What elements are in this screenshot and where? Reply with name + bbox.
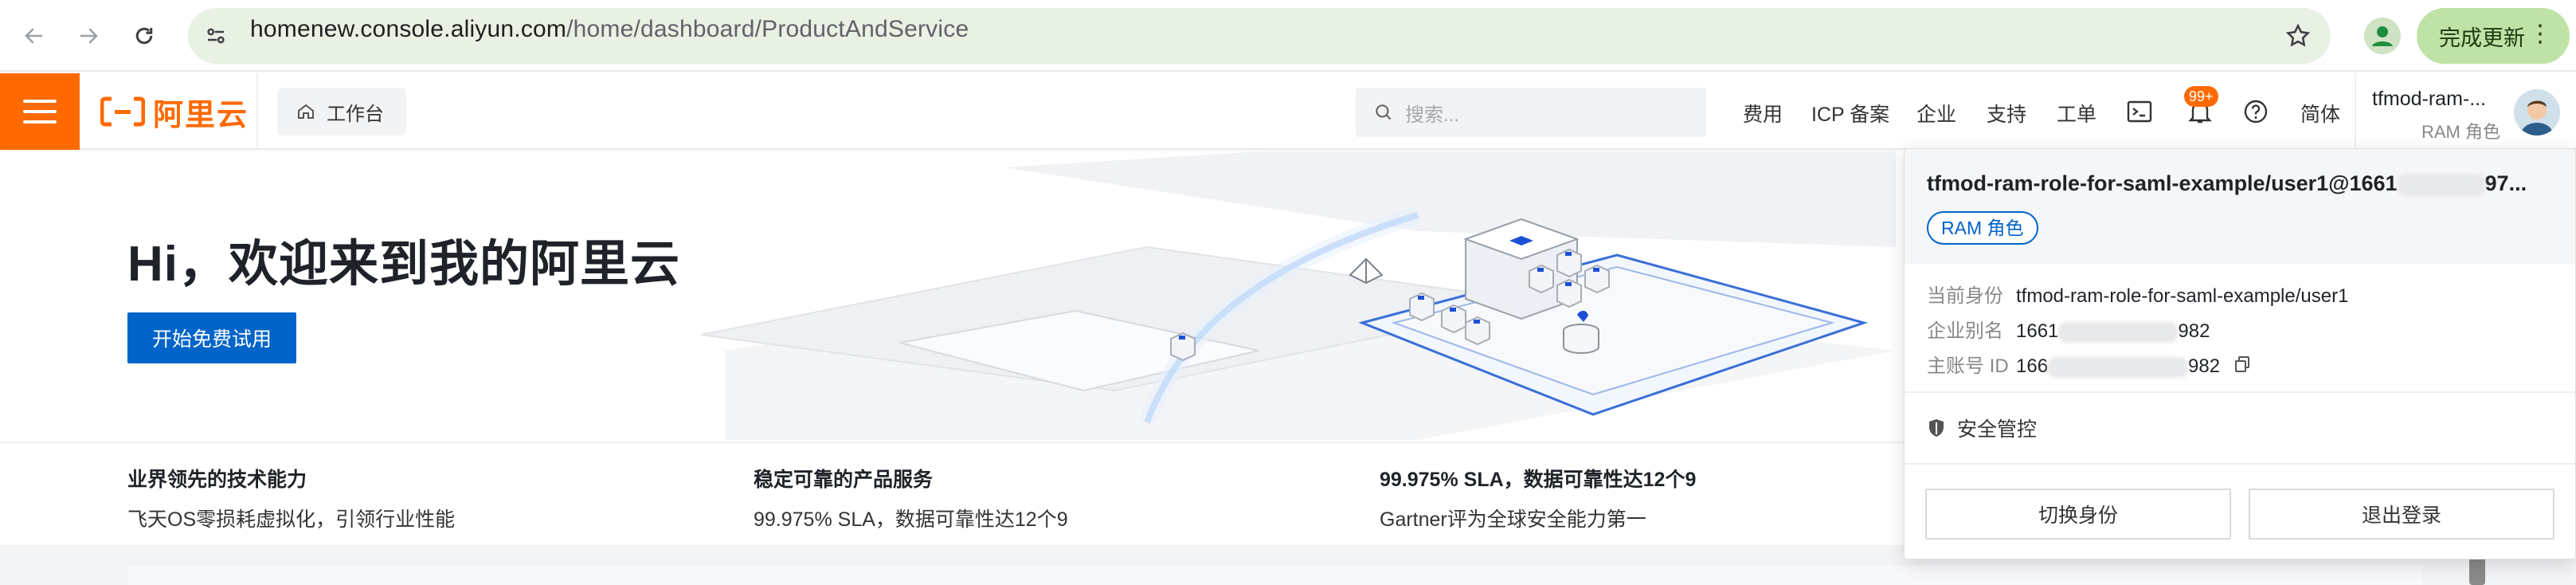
home-icon	[298, 104, 314, 119]
search-input[interactable]: 搜索...	[1356, 88, 1706, 137]
main-id-label: 主账号 ID	[1927, 355, 2009, 377]
feature-item: 稳定可靠的产品服务 99.975% SLA，数据可靠性达12个9	[754, 464, 1068, 532]
shield-icon	[1929, 419, 1944, 437]
free-trial-button[interactable]: 开始免费试用	[127, 312, 296, 363]
alias-suffix: 982	[2178, 320, 2210, 342]
logo-text: 阿里云	[153, 98, 249, 132]
nav-item-billing[interactable]: 费用	[1743, 99, 1783, 128]
more-vert-icon: ⋮	[2528, 21, 2552, 47]
copy-icon[interactable]	[2233, 355, 2251, 379]
url-path: /home/dashboard/ProductAndService	[566, 16, 969, 42]
account-name: tfmod-ram-role-for-saml-example/user1@16…	[1927, 171, 2527, 196]
nav-item-support[interactable]: 支持	[1987, 99, 2026, 128]
current-identity-label: 当前身份	[1927, 285, 2003, 307]
menu-icon-bar	[23, 120, 57, 124]
main-id-prefix: 166	[2016, 355, 2049, 377]
menu-icon-bar	[23, 100, 57, 103]
alias-row: 企业别名 1661 982	[1927, 315, 2210, 343]
user-avatar-icon	[2514, 89, 2560, 135]
feature-item: 99.975% SLA，数据可靠性达12个9 Gartner评为全球安全能力第一	[1380, 464, 1696, 532]
hero-title: Hi，欢迎来到我的阿里云	[127, 237, 681, 292]
url-host: homenew.console.aliyun.com	[250, 16, 567, 42]
forward-button[interactable]	[70, 18, 107, 54]
feature-item: 业界领先的技术能力 飞天OS零损耗虚拟化，引领行业性能	[127, 464, 455, 532]
role-tag: RAM 角色	[1927, 211, 2038, 245]
account-name-suffix: 97...	[2484, 171, 2527, 195]
account-dropdown: tfmod-ram-role-for-saml-example/user1@16…	[1904, 148, 2576, 559]
security-control-item[interactable]: 安全管控	[1927, 414, 2037, 442]
menu-icon-bar	[23, 110, 57, 113]
site-settings-icon[interactable]	[204, 24, 228, 48]
feature-title: 99.975% SLA，数据可靠性达12个9	[1380, 469, 1697, 491]
url-text[interactable]: homenew.console.aliyun.com/home/dashboar…	[250, 16, 969, 43]
workbench-button[interactable]: 工作台	[277, 88, 406, 135]
account-name-prefix: tfmod-ram-role-for-saml-example/user1@16…	[1927, 171, 2398, 195]
current-identity-value: tfmod-ram-role-for-saml-example/user1	[2016, 285, 2349, 307]
reload-icon	[135, 27, 153, 45]
user-role: RAM 角色	[2421, 122, 2501, 142]
update-button[interactable]: 完成更新 ⋮	[2417, 8, 2570, 64]
bookmark-star-icon[interactable]	[2284, 22, 2312, 49]
aliyun-logo[interactable]: 阿里云	[100, 89, 249, 134]
terminal-icon	[2127, 100, 2152, 123]
divider	[256, 73, 258, 150]
divider	[1905, 391, 2575, 393]
console-topbar: 阿里云 工作台 搜索... 费用 ICP 备案 企业 支持 工单 99+ 简体 …	[0, 73, 2576, 150]
main-account-id-row: 主账号 ID 166 982	[1927, 350, 2251, 379]
redacted-mask	[2397, 173, 2485, 196]
terminal-button[interactable]	[2124, 96, 2155, 128]
help-button[interactable]	[2240, 96, 2272, 128]
account-header: tfmod-ram-role-for-saml-example/user1@16…	[1905, 149, 2575, 264]
search-placeholder: 搜索...	[1405, 104, 1460, 126]
update-label: 完成更新	[2439, 26, 2525, 50]
notification-badge: 99+	[2184, 86, 2218, 107]
redacted-mask	[2058, 321, 2179, 343]
nav-item-ticket[interactable]: 工单	[2057, 99, 2096, 128]
reload-button[interactable]	[126, 18, 162, 54]
switch-identity-button[interactable]: 切换身份	[1925, 489, 2231, 540]
feature-desc: Gartner评为全球安全能力第一	[1380, 508, 1646, 531]
redacted-mask	[2048, 356, 2189, 378]
language-switch[interactable]: 简体	[2300, 99, 2340, 128]
feature-title: 稳定可靠的产品服务	[754, 469, 934, 491]
nav-item-enterprise[interactable]: 企业	[1916, 99, 1956, 128]
content-card	[127, 566, 2421, 585]
workbench-label: 工作台	[327, 103, 384, 125]
alias-prefix: 1661	[2016, 320, 2059, 342]
avatar[interactable]	[2514, 89, 2560, 135]
help-icon	[2244, 100, 2268, 124]
back-button[interactable]	[16, 18, 53, 54]
main-id-suffix: 982	[2188, 355, 2221, 377]
feature-desc: 99.975% SLA，数据可靠性达12个9	[754, 508, 1068, 531]
menu-button[interactable]	[0, 73, 80, 150]
browser-toolbar: homenew.console.aliyun.com/home/dashboar…	[0, 0, 2576, 72]
feature-title: 业界领先的技术能力	[127, 469, 307, 491]
aliyun-logo-icon	[100, 96, 145, 127]
profile-button[interactable]	[2364, 18, 2401, 54]
security-label: 安全管控	[1957, 418, 2038, 441]
nav-item-icp[interactable]: ICP 备案	[1811, 99, 1889, 128]
current-identity-row: 当前身份 tfmod-ram-role-for-saml-example/user…	[1927, 280, 2348, 308]
alias-label: 企业别名	[1927, 320, 2003, 342]
profile-icon	[2372, 26, 2393, 46]
search-icon	[1376, 104, 1392, 120]
divider	[1905, 463, 2575, 465]
user-name[interactable]: tfmod-ram-...	[2372, 88, 2486, 111]
divider	[2355, 73, 2356, 150]
arrow-left-icon	[25, 28, 42, 44]
feature-desc: 飞天OS零损耗虚拟化，引领行业性能	[127, 508, 456, 531]
arrow-right-icon	[80, 28, 98, 44]
logout-button[interactable]: 退出登录	[2249, 489, 2554, 540]
